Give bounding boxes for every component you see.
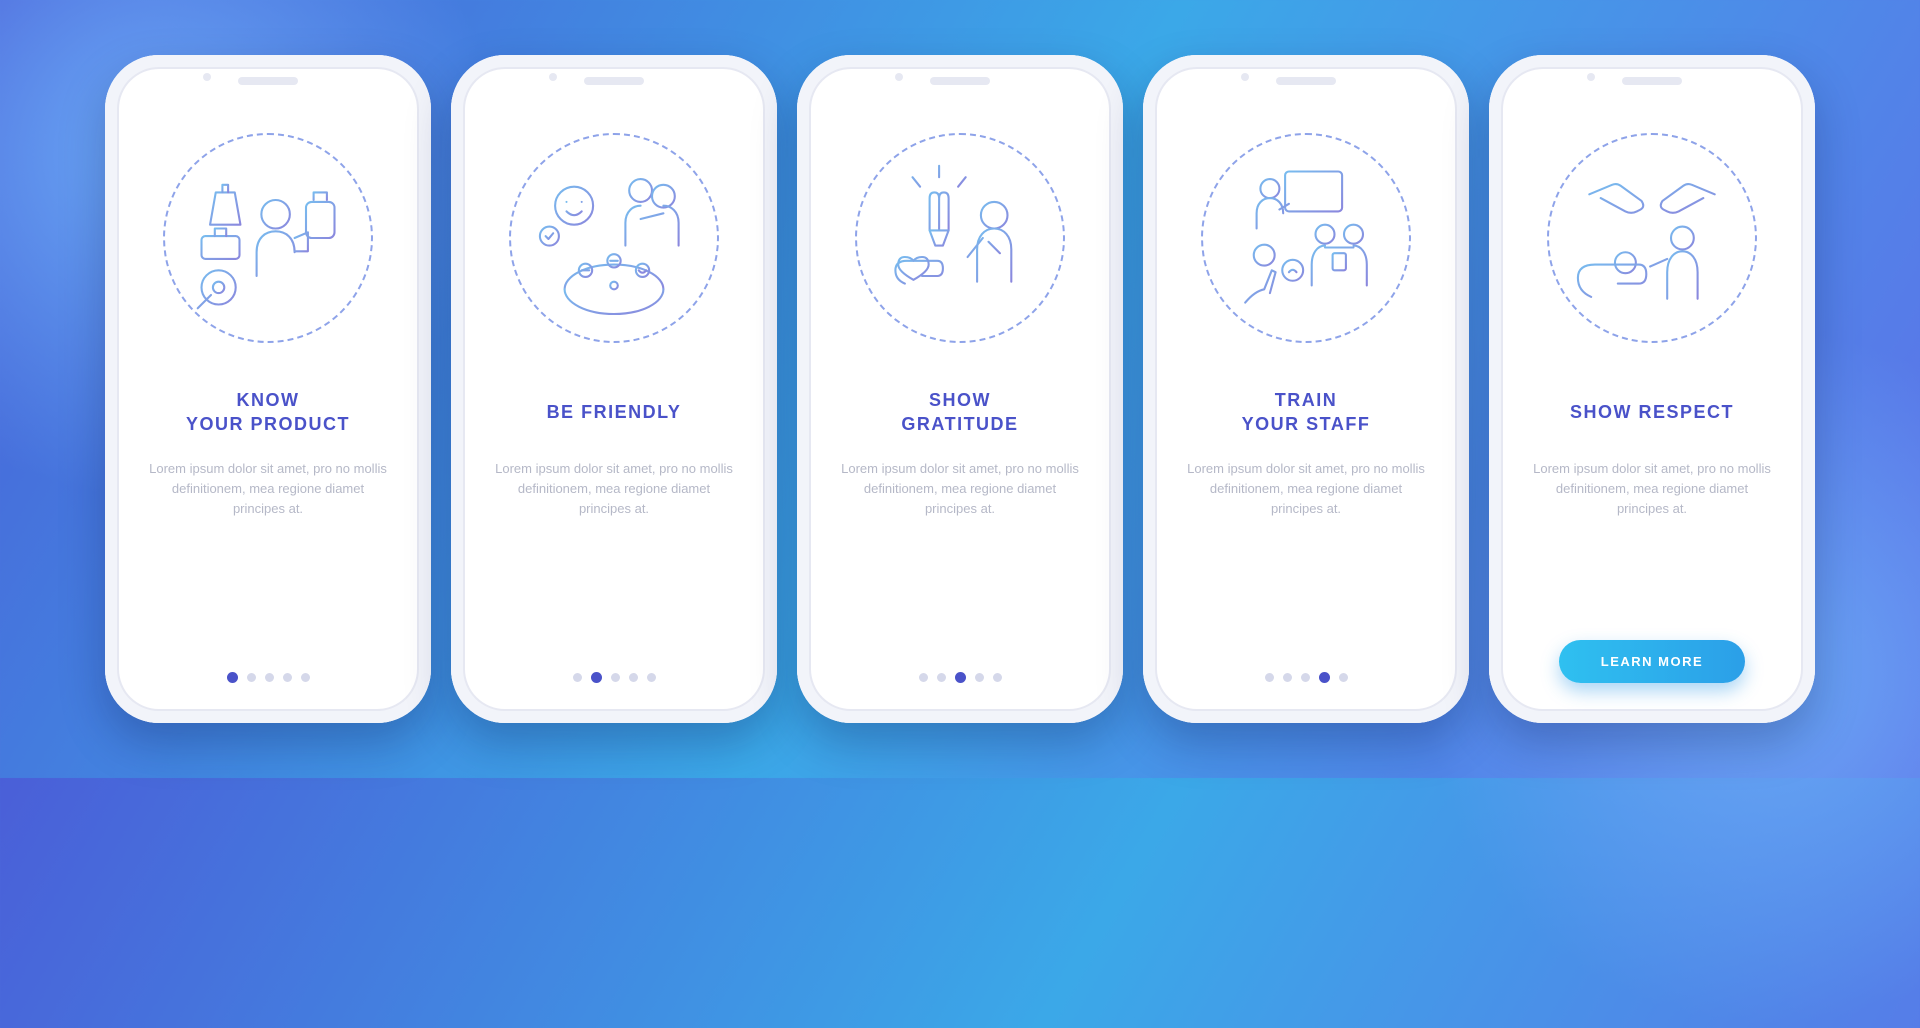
screen-body: Lorem ipsum dolor sit amet, pro no molli… (494, 459, 734, 519)
know-product-icon (173, 143, 363, 333)
dot-5[interactable] (301, 673, 310, 682)
phone-speaker (238, 77, 298, 85)
screen-know-product: KNOW YOUR PRODUCT Lorem ipsum dolor sit … (105, 55, 431, 723)
screen-show-respect: SHOW RESPECT Lorem ipsum dolor sit amet,… (1489, 55, 1815, 723)
screen-title: TRAIN YOUR STAFF (1242, 387, 1371, 437)
phone-speaker-dot (549, 73, 557, 81)
dot-5[interactable] (993, 673, 1002, 682)
show-gratitude-icon (865, 143, 1055, 333)
dot-3[interactable] (265, 673, 274, 682)
pager-dots[interactable] (573, 673, 656, 683)
dot-1[interactable] (1265, 673, 1274, 682)
dot-3[interactable] (611, 673, 620, 682)
screen-body: Lorem ipsum dolor sit amet, pro no molli… (1186, 459, 1426, 519)
dot-4[interactable] (1319, 672, 1330, 683)
dot-2[interactable] (1283, 673, 1292, 682)
phone-speaker (584, 77, 644, 85)
screen-be-friendly: BE FRIENDLY Lorem ipsum dolor sit amet, … (451, 55, 777, 723)
onboarding-carousel: KNOW YOUR PRODUCT Lorem ipsum dolor sit … (105, 55, 1815, 723)
pager-dots[interactable] (227, 673, 310, 683)
screen-title: SHOW RESPECT (1570, 387, 1734, 437)
phone-speaker-dot (203, 73, 211, 81)
show-respect-icon (1557, 143, 1747, 333)
dot-2[interactable] (937, 673, 946, 682)
illustration-know-product (158, 131, 378, 345)
dot-3[interactable] (955, 672, 966, 683)
dot-3[interactable] (1301, 673, 1310, 682)
illustration-be-friendly (504, 131, 724, 345)
be-friendly-icon (519, 143, 709, 333)
learn-more-button[interactable]: LEARN MORE (1559, 640, 1745, 683)
dot-4[interactable] (283, 673, 292, 682)
dot-2[interactable] (247, 673, 256, 682)
dot-2[interactable] (591, 672, 602, 683)
dot-4[interactable] (629, 673, 638, 682)
illustration-show-gratitude (850, 131, 1070, 345)
phone-speaker (930, 77, 990, 85)
screen-body: Lorem ipsum dolor sit amet, pro no molli… (148, 459, 388, 519)
phone-speaker-dot (1587, 73, 1595, 81)
dot-1[interactable] (919, 673, 928, 682)
screen-title: BE FRIENDLY (547, 387, 682, 437)
dot-1[interactable] (573, 673, 582, 682)
dot-1[interactable] (227, 672, 238, 683)
illustration-show-respect (1542, 131, 1762, 345)
train-staff-icon (1211, 143, 1401, 333)
pager-dots[interactable] (919, 673, 1002, 683)
screen-title: KNOW YOUR PRODUCT (186, 387, 350, 437)
screen-train-staff: TRAIN YOUR STAFF Lorem ipsum dolor sit a… (1143, 55, 1469, 723)
phone-speaker-dot (895, 73, 903, 81)
phone-speaker (1622, 77, 1682, 85)
dot-5[interactable] (1339, 673, 1348, 682)
screen-body: Lorem ipsum dolor sit amet, pro no molli… (1532, 459, 1772, 519)
screen-body: Lorem ipsum dolor sit amet, pro no molli… (840, 459, 1080, 519)
dot-5[interactable] (647, 673, 656, 682)
screen-title: SHOW GRATITUDE (901, 387, 1018, 437)
illustration-train-staff (1196, 131, 1416, 345)
pager-dots[interactable] (1265, 673, 1348, 683)
dot-4[interactable] (975, 673, 984, 682)
screen-show-gratitude: SHOW GRATITUDE Lorem ipsum dolor sit ame… (797, 55, 1123, 723)
phone-speaker (1276, 77, 1336, 85)
phone-speaker-dot (1241, 73, 1249, 81)
